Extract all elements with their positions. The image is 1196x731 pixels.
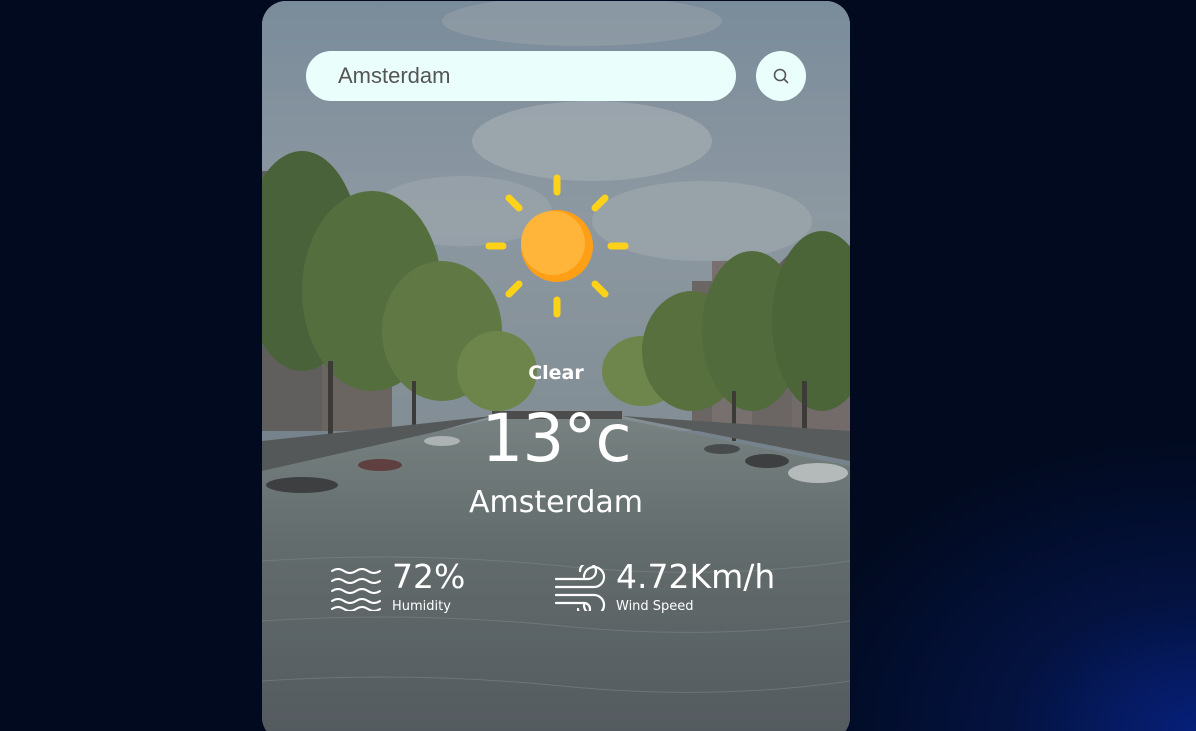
search-input[interactable] [306,51,736,101]
wind-icon [554,565,606,611]
wind-speed-label: Wind Speed [616,599,694,614]
weather-card: Clear 13°c Amsterdam 72% Humidity 4.72Km… [262,1,850,731]
weather-condition: Clear [528,362,584,384]
humidity-label: Humidity [392,599,451,614]
humidity-value: 72% [392,557,466,596]
temperature: 13°c [481,400,631,477]
sun-icon [485,174,629,318]
wind-speed-value: 4.72Km/h [616,557,776,596]
search-button[interactable] [756,51,806,101]
search-icon [773,68,789,84]
city-name: Amsterdam [468,485,644,520]
humidity-waves-icon [331,568,381,611]
